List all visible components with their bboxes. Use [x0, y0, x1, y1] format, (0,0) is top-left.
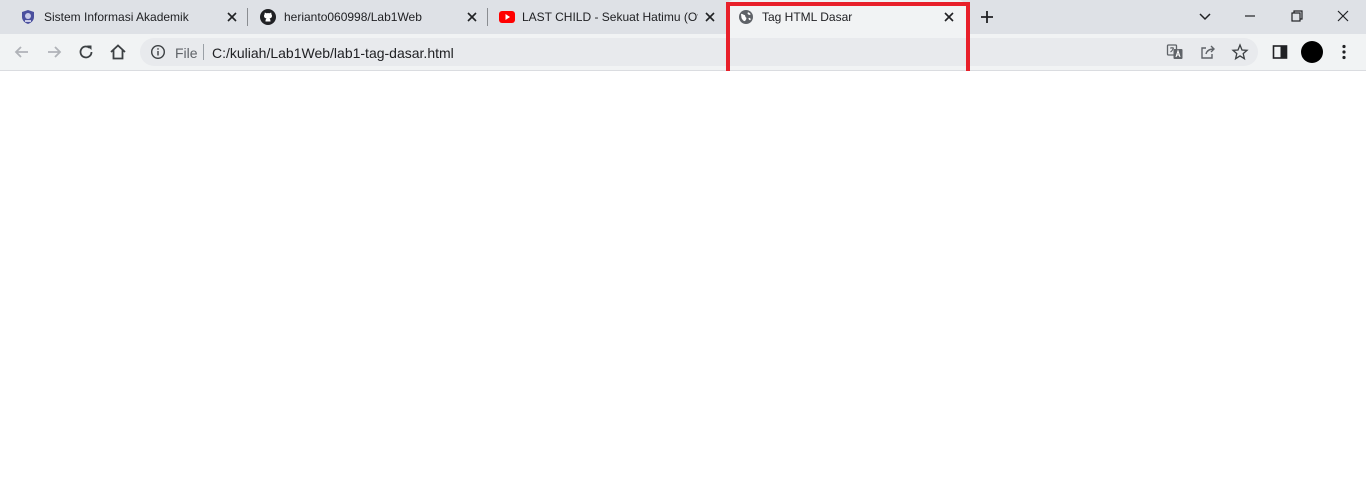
close-icon[interactable]	[224, 9, 240, 25]
home-icon[interactable]	[108, 42, 128, 62]
page-content	[0, 71, 1366, 480]
reload-icon[interactable]	[76, 42, 96, 62]
profile-avatar[interactable]	[1301, 41, 1323, 63]
youtube-icon	[499, 11, 515, 23]
close-window-icon[interactable]	[1333, 6, 1353, 26]
close-icon[interactable]	[464, 9, 480, 25]
restore-icon[interactable]	[1287, 6, 1307, 26]
github-icon	[260, 9, 276, 25]
share-icon[interactable]	[1199, 43, 1217, 61]
forward-arrow-icon[interactable]	[44, 42, 64, 62]
tab-strip: Sistem Informasi Akademik herianto060998…	[0, 0, 1366, 34]
browser-toolbar: File C:/kuliah/Lab1Web/lab1-tag-dasar.ht…	[0, 34, 1366, 70]
tab-title: LAST CHILD - Sekuat Hatimu (Off	[522, 10, 698, 24]
bookmark-star-icon[interactable]	[1231, 43, 1249, 61]
tab-youtube-last-child[interactable]: LAST CHILD - Sekuat Hatimu (Off	[488, 0, 726, 34]
scheme-label: File	[175, 45, 198, 61]
new-tab-plus-icon[interactable]	[978, 8, 996, 26]
omnibox-divider	[203, 44, 204, 60]
address-bar[interactable]: File C:/kuliah/Lab1Web/lab1-tag-dasar.ht…	[140, 38, 1258, 66]
translate-icon[interactable]	[1166, 43, 1184, 61]
back-arrow-icon[interactable]	[12, 42, 32, 62]
minimize-icon[interactable]	[1240, 6, 1260, 26]
tab-github-lab1web[interactable]: herianto060998/Lab1Web	[248, 0, 486, 34]
more-menu-icon[interactable]	[1334, 42, 1354, 62]
tab-title: Sistem Informasi Akademik	[44, 10, 189, 24]
info-icon[interactable]	[150, 44, 166, 60]
tab-search-chevron-down-icon[interactable]	[1195, 6, 1215, 26]
annotation-highlight-box	[726, 2, 970, 80]
url-text[interactable]: C:/kuliah/Lab1Web/lab1-tag-dasar.html	[212, 45, 454, 61]
university-crest-icon	[22, 10, 34, 24]
side-panel-icon[interactable]	[1270, 42, 1290, 62]
tab-title: herianto060998/Lab1Web	[284, 10, 422, 24]
close-icon[interactable]	[702, 9, 718, 25]
tab-sistem-informasi-akademik[interactable]: Sistem Informasi Akademik	[8, 0, 246, 34]
